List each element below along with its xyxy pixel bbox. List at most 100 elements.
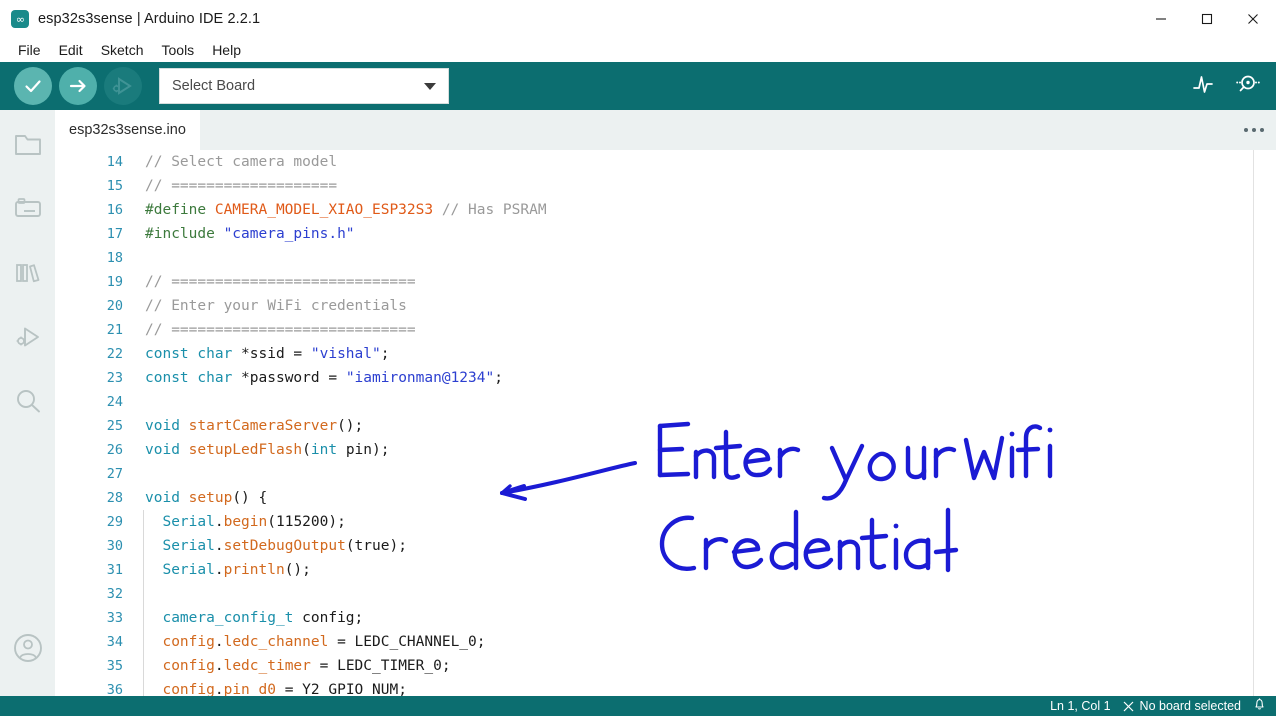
code-token: // Enter your WiFi credentials — [145, 298, 407, 314]
code-line-text: camera_config_t config; — [145, 606, 363, 630]
maximize-button[interactable] — [1184, 0, 1230, 38]
debug-button[interactable] — [104, 67, 142, 105]
activity-bar — [0, 110, 55, 696]
code-line: 26 void setupLedFlash(int pin); — [55, 438, 1276, 462]
code-token: *ssid = — [232, 346, 311, 362]
code-line: 31 Serial.println(); — [55, 558, 1276, 582]
code-token: // =================== — [145, 178, 338, 194]
board-icon — [14, 198, 41, 217]
sidebar-item-library-manager[interactable] — [0, 241, 55, 305]
toolbar-right-actions — [1190, 71, 1262, 102]
code-token: pin_d0 — [223, 682, 276, 696]
notification-button[interactable] — [1253, 697, 1266, 716]
more-options-icon[interactable] — [1244, 110, 1264, 150]
code-token: config — [162, 658, 215, 674]
code-line-text: // ============================ — [145, 270, 416, 294]
line-number: 26 — [106, 442, 123, 458]
code-token: ; — [380, 346, 390, 362]
sidebar-item-debug[interactable] — [0, 305, 55, 369]
line-number: 28 — [106, 490, 123, 506]
code-token: Serial — [162, 562, 215, 578]
verify-button[interactable] — [14, 67, 52, 105]
code-line-text: Serial.println(); — [145, 558, 311, 582]
code-token: char — [197, 370, 233, 386]
line-number: 32 — [106, 586, 123, 602]
account-circle-icon — [13, 634, 42, 662]
minimize-button[interactable] — [1138, 0, 1184, 38]
sidebar-item-boards-manager[interactable] — [0, 177, 55, 241]
code-token: // Has PSRAM — [441, 202, 547, 218]
serial-monitor-button[interactable] — [1234, 71, 1262, 102]
code-line: 30 Serial.setDebugOutput(true); — [55, 534, 1276, 558]
code-line: 36 config.pin_d0 = Y2_GPIO_NUM; — [55, 678, 1276, 696]
sidebar-item-sketchbook[interactable] — [0, 113, 55, 177]
code-line-text: // =================== — [145, 174, 337, 198]
code-line-text: config.ledc_channel = LEDC_CHANNEL_0; — [145, 630, 486, 654]
code-token: () { — [232, 490, 268, 506]
menu-item-tools[interactable]: Tools — [153, 40, 204, 60]
serial-plotter-icon — [1193, 75, 1213, 93]
main-toolbar: Select Board — [0, 62, 1276, 110]
serial-plotter-button[interactable] — [1190, 71, 1216, 102]
code-token: setDebugOutput — [223, 538, 346, 554]
menu-item-file[interactable]: File — [9, 40, 50, 60]
code-line: 22 const char *ssid = "vishal"; — [55, 342, 1276, 366]
menu-item-edit[interactable]: Edit — [50, 40, 92, 60]
menu-item-help[interactable]: Help — [203, 40, 250, 60]
code-token: setup — [188, 490, 233, 506]
menu-item-sketch[interactable]: Sketch — [92, 40, 153, 60]
board-status-label: No board selected — [1139, 699, 1241, 713]
code-token: const — [145, 370, 189, 386]
board-selector-value: Select Board — [172, 78, 256, 94]
debug-bug-icon — [16, 327, 39, 347]
code-token: (115200); — [267, 514, 346, 530]
code-token: (); — [284, 562, 311, 578]
line-number: 25 — [106, 418, 123, 434]
code-line: 17 #include "camera_pins.h" — [55, 222, 1276, 246]
line-number: 23 — [106, 370, 123, 386]
code-token: config; — [293, 610, 364, 626]
code-token: "iamironman@1234" — [345, 370, 495, 386]
line-number: 21 — [106, 322, 123, 338]
tab-esp32s3sense-ino[interactable]: esp32s3sense.ino — [55, 110, 200, 150]
line-number: 35 — [106, 658, 123, 674]
line-number: 14 — [106, 154, 123, 170]
code-token: = LEDC_CHANNEL_0; — [328, 634, 486, 650]
code-line: 21 // ============================ — [55, 318, 1276, 342]
line-number: 34 — [106, 634, 123, 650]
code-line: 33 camera_config_t config; — [55, 606, 1276, 630]
editor-scroll-rule[interactable] — [1253, 150, 1254, 696]
code-line-text: // Select camera model — [145, 150, 337, 174]
cursor-position: Ln 1, Col 1 — [1050, 699, 1111, 713]
code-line: 27 — [55, 462, 1276, 486]
upload-button[interactable] — [59, 67, 97, 105]
sidebar-item-search[interactable] — [0, 369, 55, 433]
code-token: Serial — [162, 514, 215, 530]
sidebar-item-account[interactable] — [0, 616, 55, 680]
line-number: 15 — [106, 178, 123, 194]
code-token: ledc_timer — [223, 658, 311, 674]
indent-guide — [143, 510, 144, 696]
board-selector[interactable]: Select Board — [159, 68, 449, 104]
board-status[interactable]: No board selected — [1123, 699, 1241, 713]
close-button[interactable] — [1230, 0, 1276, 38]
code-editor[interactable]: 14 // Select camera model 15 // ===========… — [55, 150, 1276, 696]
code-token: . — [214, 538, 224, 554]
code-line: 18 — [55, 246, 1276, 270]
books-icon — [15, 264, 39, 283]
status-bar: Ln 1, Col 1 No board selected — [0, 696, 1276, 716]
line-number: 33 — [106, 610, 123, 626]
code-line: 14 // Select camera model — [55, 150, 1276, 174]
code-line-text: const char *password = "iamironman@1234"… — [145, 366, 503, 390]
code-line-text: // Enter your WiFi credentials — [145, 294, 407, 318]
code-token: CAMERA_MODEL_XIAO_ESP32S3 — [214, 202, 434, 218]
code-line-text: void setup() { — [145, 486, 267, 510]
line-number: 30 — [106, 538, 123, 554]
line-number: 17 — [106, 226, 123, 242]
code-line-text: Serial.begin(115200); — [145, 510, 346, 534]
